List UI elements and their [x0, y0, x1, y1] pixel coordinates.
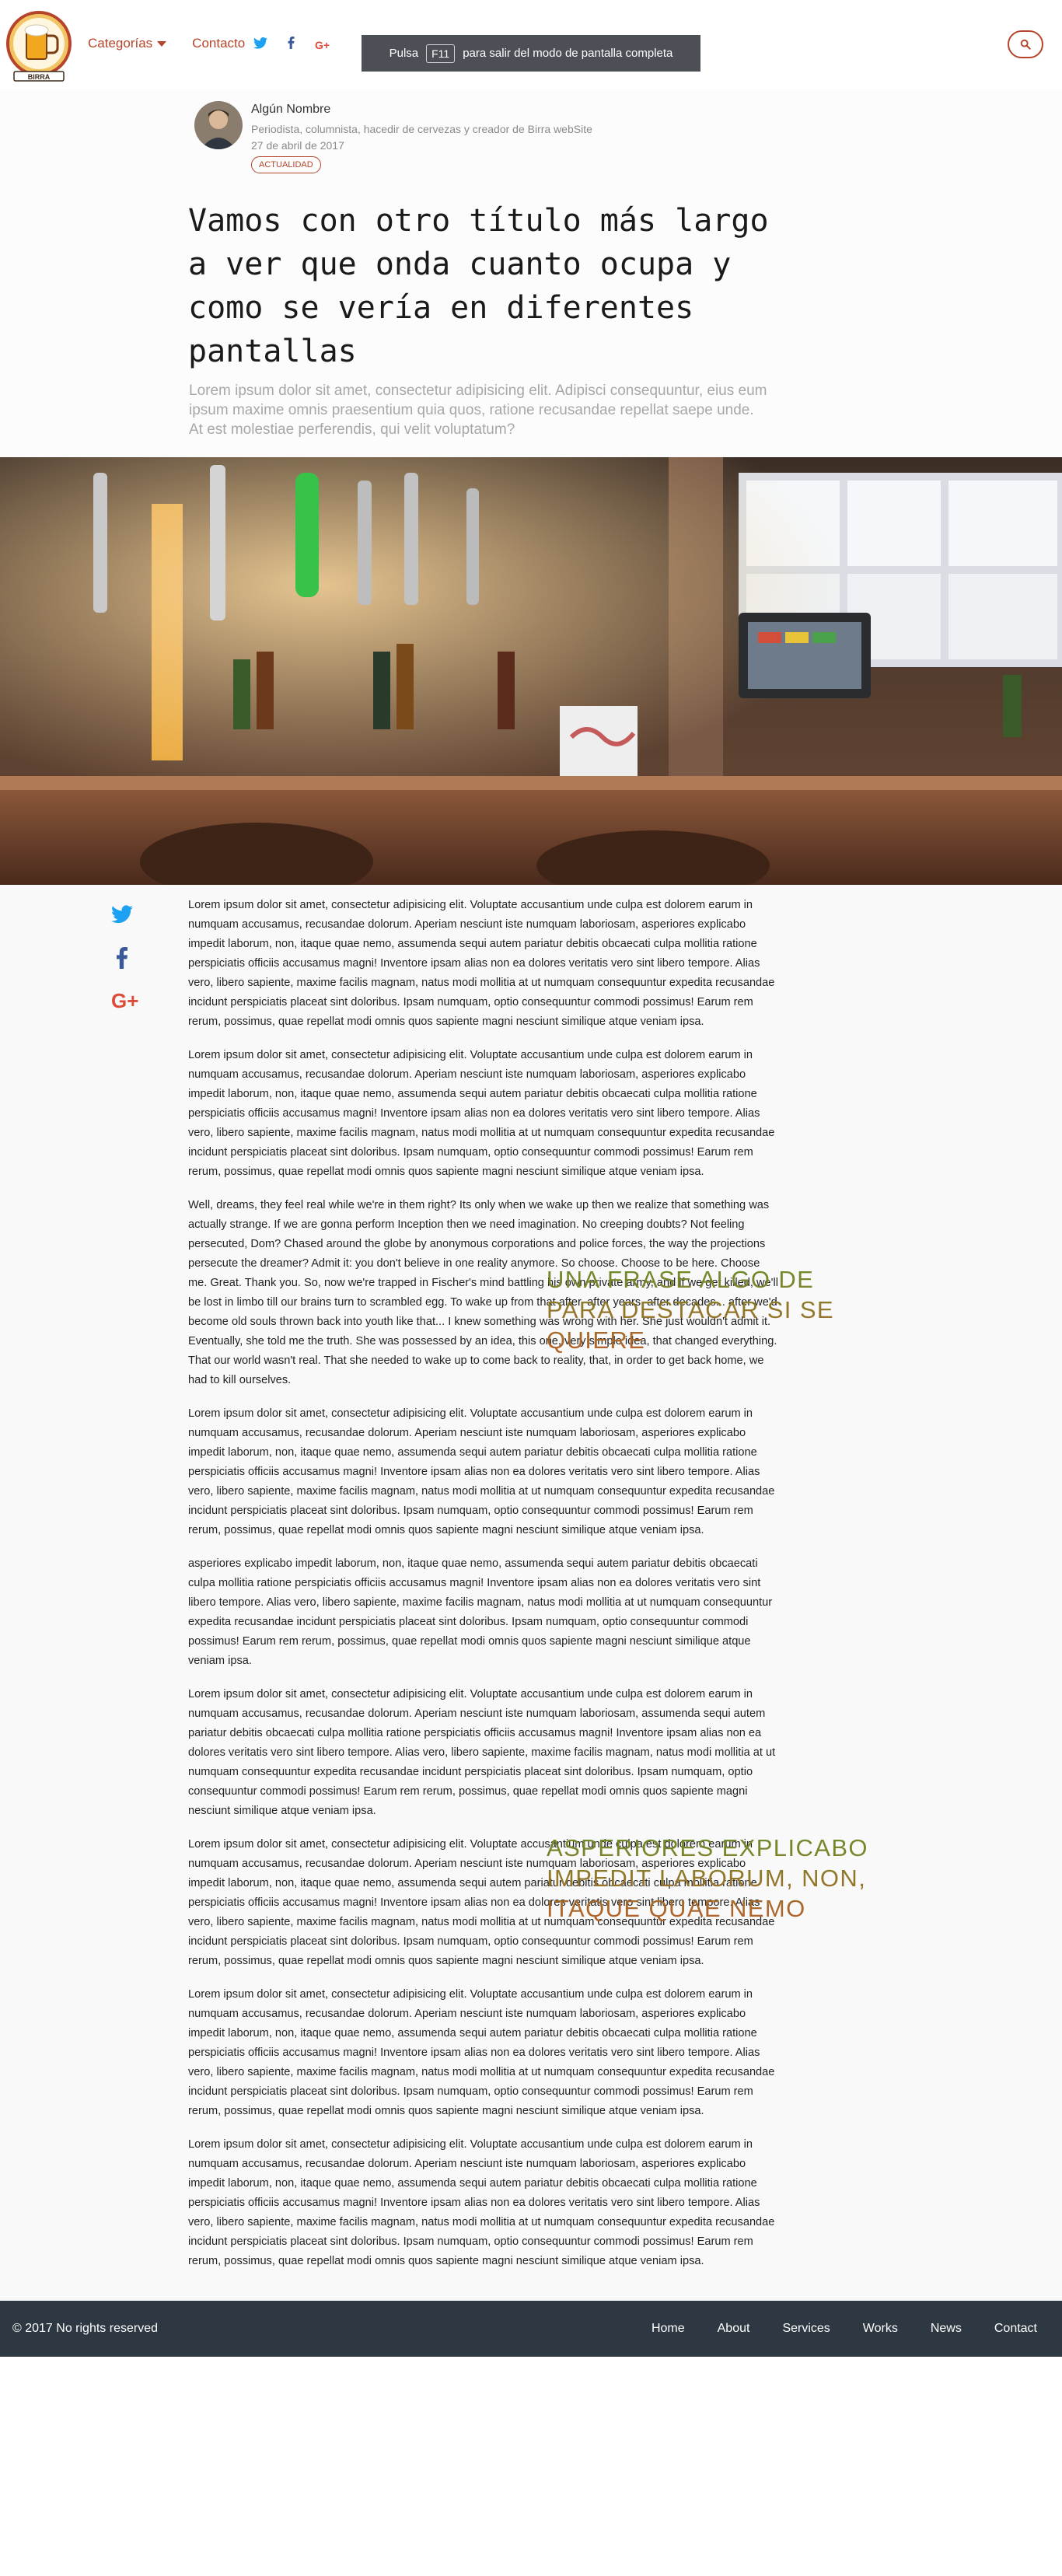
logo[interactable]: BIRRA [6, 11, 72, 82]
paragraph: Lorem ipsum dolor sit amet, consectetur … [188, 899, 775, 1028]
paragraph: Lorem ipsum dolor sit amet, consectetur … [188, 1988, 775, 2117]
footer-link-services[interactable]: Services [782, 2322, 830, 2336]
copyright: © 2017 No rights reserved [12, 2322, 158, 2335]
share-google-plus-icon[interactable]: G+ [111, 989, 138, 1031]
article-intro: Algún Nombre Periodista, columnista, hac… [0, 90, 1062, 457]
main-nav: Categorías Contacto [88, 36, 271, 51]
article-body: G+ Lorem ipsum dolor sit amet, consectet… [0, 885, 1062, 2301]
publish-date: 27 de abril de 2017 [251, 139, 344, 152]
site-footer: © 2017 No rights reserved Home About Ser… [0, 2301, 1062, 2357]
footer-nav: Home About Services Works News Contact [619, 2322, 1037, 2336]
fullscreen-notice: Pulsa F11 para salir del modo de pantall… [362, 35, 700, 72]
nav-categorias-dropdown[interactable]: Categorías [88, 36, 167, 51]
google-plus-icon[interactable]: G+ [315, 39, 330, 51]
footer-link-news[interactable]: News [931, 2322, 962, 2336]
nav-categorias-label: Categorías [88, 36, 153, 51]
fullscreen-notice-after: para salir del modo de pantalla completa [463, 47, 673, 60]
paragraph: Lorem ipsum dolor sit amet, consectetur … [188, 1407, 775, 1536]
f11-key: F11 [426, 44, 456, 63]
article-lead: Lorem ipsum dolor sit amet, consectetur … [189, 383, 767, 438]
author-info: Algún Nombre Periodista, columnista, hac… [251, 101, 592, 173]
site-header: BIRRA Categorías Contacto G+ Pulsa F11 p… [0, 0, 1062, 90]
twitter-icon[interactable] [253, 37, 267, 53]
fullscreen-notice-before: Pulsa [389, 47, 419, 60]
search-button[interactable] [1008, 30, 1043, 58]
paragraph: Lorem ipsum dolor sit amet, consectetur … [188, 1049, 775, 1178]
header-social: G+ [253, 37, 350, 53]
share-facebook-icon[interactable] [111, 947, 138, 989]
logo-text: BIRRA [27, 73, 51, 81]
avatar[interactable] [194, 101, 243, 149]
search-icon [1020, 39, 1031, 50]
share-twitter-icon[interactable] [111, 905, 138, 947]
beer-mug-logo-icon [6, 11, 72, 82]
footer-link-about[interactable]: About [718, 2322, 750, 2336]
share-bar: G+ [111, 905, 138, 1031]
facebook-icon[interactable] [288, 37, 295, 53]
pull-quote: UNA FRASE ALGO DE PARA DESTACAR SI SE QU… [547, 1264, 865, 1355]
footer-link-contact[interactable]: Contact [994, 2322, 1037, 2336]
hero-image [0, 457, 1062, 885]
author-bio: Periodista, columnista, hacedir de cerve… [251, 123, 592, 135]
article-text: Lorem ipsum dolor sit amet, consectetur … [188, 896, 781, 2271]
paragraph: Lorem ipsum dolor sit amet, consectetur … [188, 1688, 776, 1817]
footer-link-home[interactable]: Home [652, 2322, 685, 2336]
chevron-down-icon [157, 40, 167, 47]
paragraph: Lorem ipsum dolor sit amet, consectetur … [188, 2138, 775, 2267]
pull-quote: ASPERIORES EXPLICABO IMPEDIT LABORUM, NO… [547, 1833, 881, 1924]
author-name[interactable]: Algún Nombre [251, 103, 592, 117]
author-block: Algún Nombre Periodista, columnista, hac… [194, 101, 592, 173]
footer-link-works[interactable]: Works [863, 2322, 898, 2336]
article-title: Vamos con otro título más largo a ver qu… [188, 203, 769, 369]
nav-contacto[interactable]: Contacto [192, 36, 245, 51]
paragraph: asperiores explicabo impedit laborum, no… [188, 1557, 773, 1667]
bar-photo [0, 457, 1062, 885]
category-tag[interactable]: ACTUALIDAD [251, 156, 321, 173]
